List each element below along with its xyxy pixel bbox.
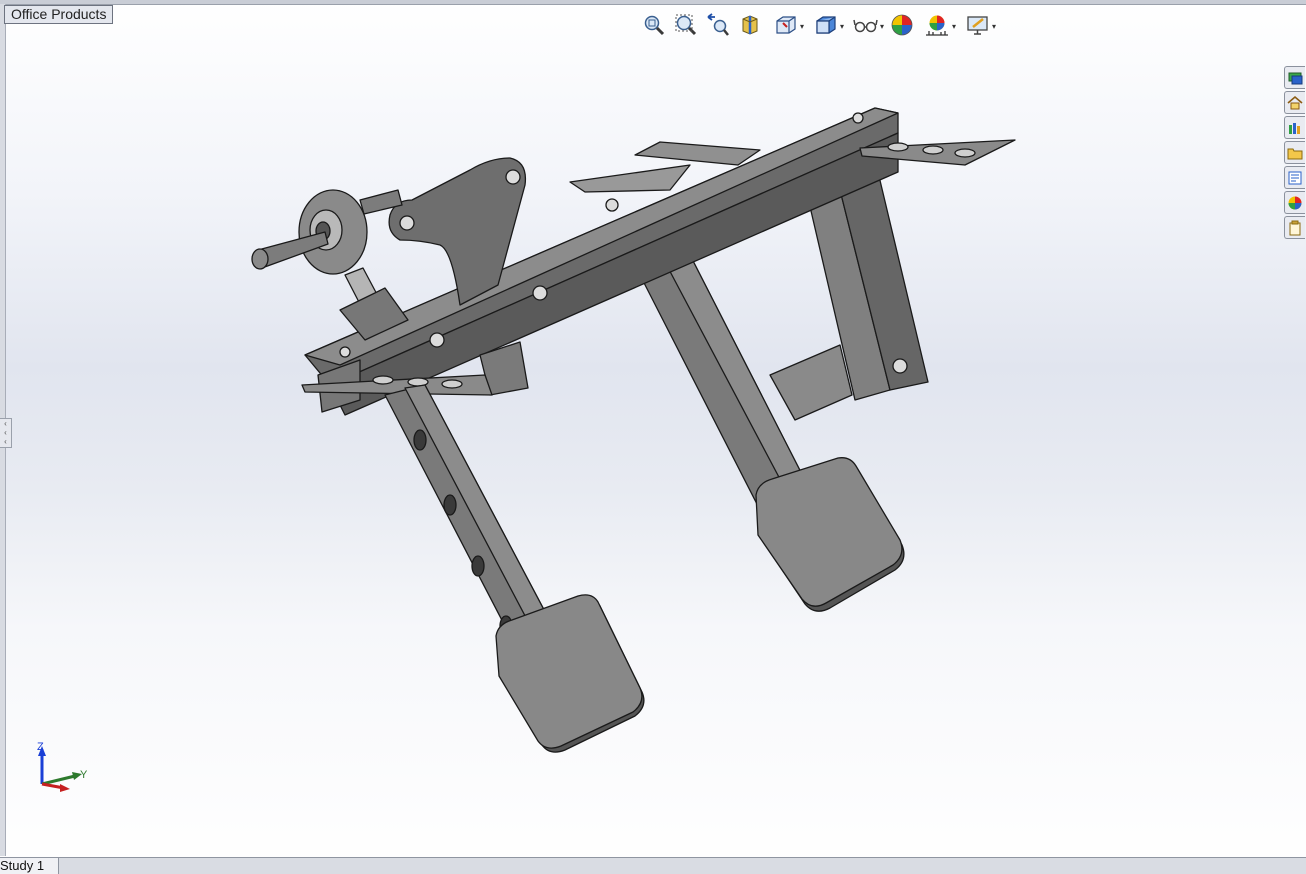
flange-hole — [922, 145, 944, 155]
pedal-arm-hole — [471, 555, 485, 577]
pedal-assembly-model[interactable] — [0, 0, 1306, 874]
pedal-arm-hole — [413, 429, 427, 451]
flange-hole — [954, 148, 976, 158]
cross-member-hole — [339, 346, 351, 358]
cross-member-hole — [429, 332, 445, 348]
bracket-hole — [505, 169, 521, 185]
graphics-area[interactable]: ‹ ‹ ‹ Office Products ▾ ▾ ▾ ▾ ▾ Z Y Stud… — [0, 0, 1306, 874]
flange-hole — [372, 375, 394, 385]
study-tab[interactable]: Study 1 — [0, 858, 60, 874]
pedal-arm-hole — [443, 494, 457, 516]
flange-hole — [441, 379, 463, 389]
channel-hole — [605, 198, 619, 212]
bracket-hole — [892, 358, 908, 374]
z-axis-label: Z — [37, 741, 44, 753]
y-axis-label: Y — [80, 769, 88, 781]
y-axis — [41, 774, 76, 786]
flange-hole — [887, 142, 909, 152]
cross-member-hole — [532, 285, 548, 301]
top-channel[interactable] — [634, 141, 761, 166]
bottom-tab-bar: Study 1 — [0, 857, 1306, 874]
bracket-hole — [399, 215, 415, 231]
reference-triad: Z Y — [37, 741, 88, 792]
cross-member-hole — [852, 112, 864, 124]
